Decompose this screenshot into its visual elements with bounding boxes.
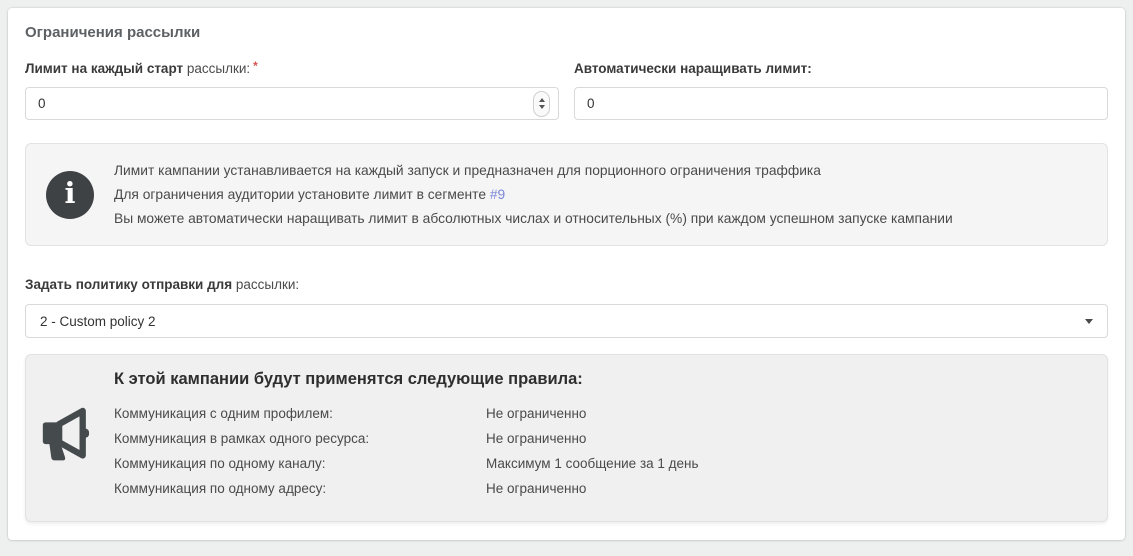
info-line-3: Вы можете автоматически наращивать лимит…	[114, 211, 1081, 226]
rule-row-profile: Коммуникация с одним профилем: Не ограни…	[114, 401, 1095, 426]
send-policy-select[interactable]: 2 - Custom policy 2	[25, 304, 1108, 338]
limit-per-start-input[interactable]	[25, 87, 559, 120]
auto-increase-label-bold: Автоматически наращивать лимит:	[574, 61, 812, 76]
limit-per-start-label: Лимит на каждый старт рассылки:*	[25, 61, 559, 76]
send-policy-label-regular: рассылки:	[232, 277, 299, 292]
rule-value: Не ограниченно	[486, 401, 1095, 426]
info-line-1: Лимит кампании устанавливается на каждый…	[114, 163, 1081, 178]
rule-row-resource: Коммуникация в рамках одного ресурса: Не…	[114, 426, 1095, 451]
rule-value: Не ограниченно	[486, 476, 1095, 501]
chevron-down-icon	[1085, 319, 1093, 324]
number-stepper[interactable]	[533, 91, 550, 117]
auto-increase-input[interactable]	[574, 87, 1108, 120]
rule-label: Коммуникация с одним профилем:	[114, 401, 486, 426]
rules-content: К этой кампании будут применятся следующ…	[114, 368, 1107, 501]
rule-label: Коммуникация по одному адресу:	[114, 476, 486, 501]
section-title: Ограничения рассылки	[25, 24, 1108, 41]
stepper-down-icon[interactable]	[539, 105, 545, 109]
stepper-up-icon[interactable]	[539, 98, 545, 102]
limit-info-box: i Лимит кампании устанавливается на кажд…	[25, 143, 1108, 246]
info-icon: i	[46, 171, 94, 219]
rule-label: Коммуникация по одному каналу:	[114, 451, 486, 476]
limit-label-bold: Лимит на каждый старт	[25, 61, 183, 76]
info-line-2: Для ограничения аудитории установите лим…	[114, 187, 1081, 202]
megaphone-icon-col	[26, 368, 114, 501]
info-text-lines: Лимит кампании устанавливается на каждый…	[114, 154, 1089, 235]
megaphone-icon	[41, 407, 99, 463]
send-policy-label: Задать политику отправки для рассылки:	[25, 277, 1108, 292]
rules-title: К этой кампании будут применятся следующ…	[114, 370, 1095, 389]
limits-fields-row: Лимит на каждый старт рассылки:* Автомат…	[25, 61, 1108, 120]
rule-value: Не ограниченно	[486, 426, 1095, 451]
auto-increase-label: Автоматически наращивать лимит:	[574, 61, 1108, 76]
applied-rules-box: К этой кампании будут применятся следующ…	[25, 354, 1108, 522]
rule-row-channel: Коммуникация по одному каналу: Максимум …	[114, 451, 1095, 476]
auto-increase-field: Автоматически наращивать лимит:	[574, 61, 1108, 120]
send-policy-selected-value: 2 - Custom policy 2	[40, 314, 156, 329]
info-icon-col: i	[26, 154, 114, 235]
required-asterisk: *	[253, 59, 258, 73]
rule-label: Коммуникация в рамках одного ресурса:	[114, 426, 486, 451]
rule-value: Максимум 1 сообщение за 1 день	[486, 451, 1095, 476]
limit-per-start-field: Лимит на каждый старт рассылки:*	[25, 61, 559, 120]
auto-increase-input-wrap	[574, 87, 1108, 120]
rule-row-address: Коммуникация по одному адресу: Не ограни…	[114, 476, 1095, 501]
limit-input-wrap	[25, 87, 559, 120]
campaign-limits-card: Ограничения рассылки Лимит на каждый ста…	[8, 8, 1125, 540]
send-policy-label-bold: Задать политику отправки для	[25, 277, 232, 292]
limit-label-regular: рассылки:	[183, 61, 250, 76]
info-line-2-text: Для ограничения аудитории установите лим…	[114, 187, 490, 202]
segment-link[interactable]: #9	[490, 187, 505, 202]
